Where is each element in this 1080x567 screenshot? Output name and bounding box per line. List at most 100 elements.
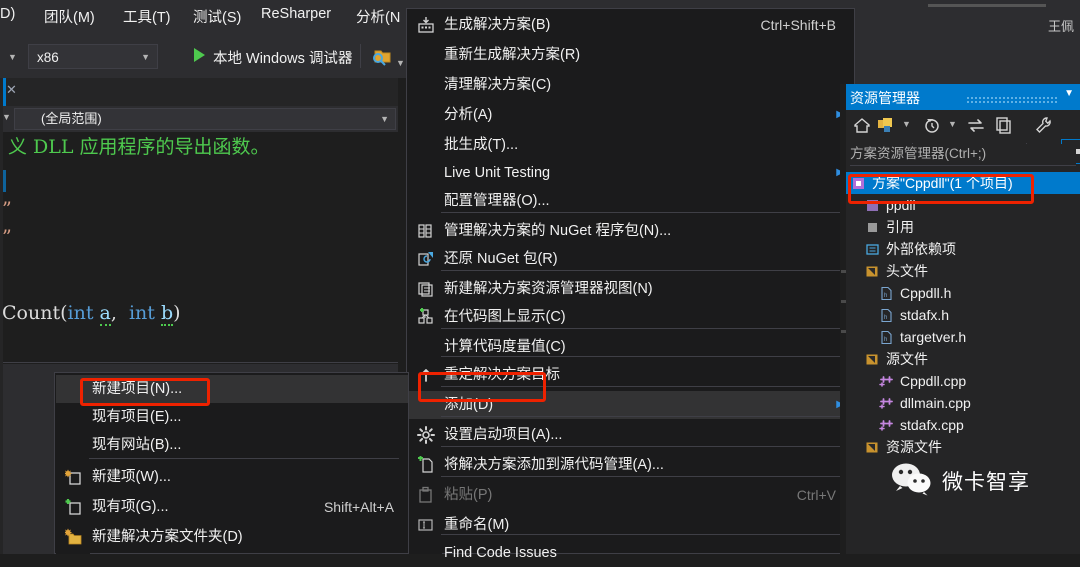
- tree-item-4[interactable]: 头文件: [846, 260, 1080, 282]
- code-editor[interactable]: 义 DLL 应用程序的导出函数。”” Count(int a, int b): [0, 132, 410, 364]
- new-solution-view-icon: [413, 275, 439, 303]
- tree-item-label: stdafx.cpp: [900, 417, 964, 433]
- tree-item-9[interactable]: Cppdll.cpp: [846, 370, 1080, 392]
- pending-changes-icon[interactable]: [922, 115, 942, 138]
- tree-item-label: dllmain.cpp: [900, 395, 971, 411]
- tree-item-11[interactable]: stdafx.cpp: [846, 414, 1080, 436]
- titlebar-divider: [928, 4, 1046, 7]
- tab-close-icon[interactable]: ✕: [6, 82, 17, 98]
- submenu-item-5[interactable]: 新建解决方案文件夹(D): [56, 523, 408, 551]
- solution-explorer-search-input[interactable]: 方案资源管理器(Ctrl+;): [850, 144, 1076, 166]
- tree-item-2[interactable]: 引用: [846, 216, 1080, 238]
- menu-item-label: 粘贴(P): [444, 487, 493, 503]
- folder-filter-icon: [864, 263, 881, 280]
- dropdown-caret2-icon[interactable]: ▼: [948, 119, 957, 129]
- run-chevron-down-icon[interactable]: ▼: [345, 50, 354, 60]
- find-in-files-icon[interactable]: [370, 46, 392, 69]
- show-all-files-icon[interactable]: [994, 115, 1014, 138]
- platform-combobox-value: x86: [37, 50, 59, 65]
- menu-separator: [441, 270, 845, 271]
- tree-item-10[interactable]: dllmain.cpp: [846, 392, 1080, 414]
- menubar-item-5[interactable]: 分析(N: [356, 6, 400, 27]
- tree-item-3[interactable]: 外部依赖项: [846, 238, 1080, 260]
- config-combo-caret-icon[interactable]: ▼: [8, 52, 17, 62]
- watermark: 微卡智享: [890, 462, 1030, 499]
- menu-item-4[interactable]: 批生成(T)...: [408, 131, 854, 159]
- menu-item-18[interactable]: Find Code Issues: [408, 539, 854, 567]
- menu-item-label: 生成解决方案(B): [444, 17, 551, 33]
- account-name[interactable]: 王佩: [1048, 16, 1074, 35]
- menu-item-shortcut: Ctrl+V: [796, 487, 836, 503]
- properties-wrench-icon[interactable]: [1034, 115, 1054, 138]
- menu-item-3[interactable]: 分析(A)▶: [408, 101, 854, 129]
- highlight-add-menu-item: [418, 372, 546, 402]
- dropdown-caret-icon[interactable]: ▼: [902, 119, 911, 129]
- solution-context-menu[interactable]: 生成解决方案(B) Ctrl+Shift+B 重新生成解决方案(R) 清理解决方案(C…: [406, 8, 855, 561]
- menubar-item-1[interactable]: 团队(M): [44, 6, 95, 27]
- menu-item-9[interactable]: 新建解决方案资源管理器视图(N): [408, 275, 854, 303]
- menu-item-1[interactable]: 重新生成解决方案(R): [408, 41, 854, 69]
- menu-item-15[interactable]: 将解决方案添加到源代码管理(A)...: [408, 451, 854, 479]
- code-token: (: [60, 302, 68, 324]
- code-token: int: [67, 302, 94, 324]
- tree-item-5[interactable]: h Cppdll.h: [846, 282, 1080, 304]
- refresh-icon[interactable]: [966, 115, 986, 138]
- solution-tree[interactable]: 方案"Cppdll"(1 个项目) ppdll 引用 外部依赖项 头文件 h Cppdll.…: [846, 172, 1080, 458]
- solution-explorer-title: 资源管理器: [850, 90, 920, 106]
- menubar-item-2[interactable]: 工具(T): [123, 6, 171, 27]
- menubar-item-3[interactable]: 测试(S): [193, 6, 241, 27]
- svg-text:h: h: [884, 293, 887, 299]
- menu-item-14[interactable]: 设置启动项目(A)...: [408, 421, 854, 449]
- tree-item-7[interactable]: h targetver.h: [846, 326, 1080, 348]
- tree-item-label: 引用: [886, 219, 914, 235]
- panel-menu-chevron-icon[interactable]: ▼: [1064, 88, 1074, 99]
- tree-item-6[interactable]: h stdafx.h: [846, 304, 1080, 326]
- menubar-item-0[interactable]: D): [0, 6, 15, 22]
- menu-separator: [441, 476, 845, 477]
- solution-explorer-titlebar[interactable]: 资源管理器 ▼: [846, 84, 1080, 110]
- run-debugger-label[interactable]: 本地 Windows 调试器: [213, 47, 352, 68]
- tree-item-12[interactable]: 资源文件: [846, 436, 1080, 458]
- submenu-item-4[interactable]: 现有项(G)... Shift+Alt+A: [56, 493, 408, 521]
- toolbar-overflow-icon[interactable]: ▼: [396, 58, 405, 68]
- tree-item-8[interactable]: 源文件: [846, 348, 1080, 370]
- menu-item-5[interactable]: Live Unit Testing▶: [408, 159, 854, 187]
- navbar-left-chevron-icon[interactable]: ▼: [2, 112, 11, 122]
- scope-combobox-value: (全局范围): [41, 111, 102, 126]
- scope-combobox[interactable]: (全局范围) ▼: [14, 108, 396, 130]
- menu-item-0[interactable]: 生成解决方案(B) Ctrl+Shift+B: [408, 11, 854, 39]
- header-file-icon: h: [878, 285, 895, 302]
- submenu-item-shortcut: Shift+Alt+A: [323, 499, 394, 515]
- run-play-icon[interactable]: [194, 48, 205, 62]
- header-file-icon: h: [878, 307, 895, 324]
- code-token: 义 DLL 应用程序的导出函数。: [8, 136, 270, 158]
- search-placeholder: 方案资源管理器(Ctrl+;): [850, 146, 987, 161]
- submenu-item-label: 新建解决方案文件夹(D): [92, 529, 243, 545]
- submenu-item-2[interactable]: 现有网站(B)...: [56, 431, 408, 459]
- references-icon: [864, 219, 881, 236]
- menu-item-8[interactable]: 还原 NuGet 包(R): [408, 245, 854, 273]
- highlight-new-project: [80, 378, 210, 406]
- code-line-2: ”: [2, 226, 12, 248]
- home-icon[interactable]: [852, 115, 872, 138]
- submenu-separator: [89, 458, 399, 459]
- sync-with-doc-icon[interactable]: [876, 115, 896, 138]
- submenu-item-3[interactable]: 新建项(W)...: [56, 463, 408, 491]
- editor-bottom-divider: [0, 362, 410, 363]
- menu-item-2[interactable]: 清理解决方案(C): [408, 71, 854, 99]
- menu-separator: [441, 356, 845, 357]
- menu-item-label: Live Unit Testing: [444, 165, 551, 181]
- chevron-down-icon[interactable]: ▼: [380, 109, 389, 129]
- menu-item-7[interactable]: 管理解决方案的 NuGet 程序包(N)...: [408, 217, 854, 245]
- chevron-down-icon[interactable]: ▼: [141, 45, 150, 70]
- menu-item-6[interactable]: 配置管理器(O)...: [408, 187, 854, 215]
- code-token: int: [128, 302, 155, 324]
- code-token: ,: [110, 302, 129, 324]
- existing-item-icon: [61, 493, 87, 521]
- nuget-manage-icon: [413, 217, 439, 245]
- menu-item-10[interactable]: 在代码图上显示(C): [408, 303, 854, 331]
- menubar-item-4[interactable]: ReSharper: [261, 6, 331, 22]
- submenu-item-1[interactable]: 现有项目(E)...: [56, 403, 408, 431]
- platform-combobox[interactable]: x86 ▼: [28, 44, 158, 69]
- watermark-text: 微卡智享: [942, 470, 1030, 494]
